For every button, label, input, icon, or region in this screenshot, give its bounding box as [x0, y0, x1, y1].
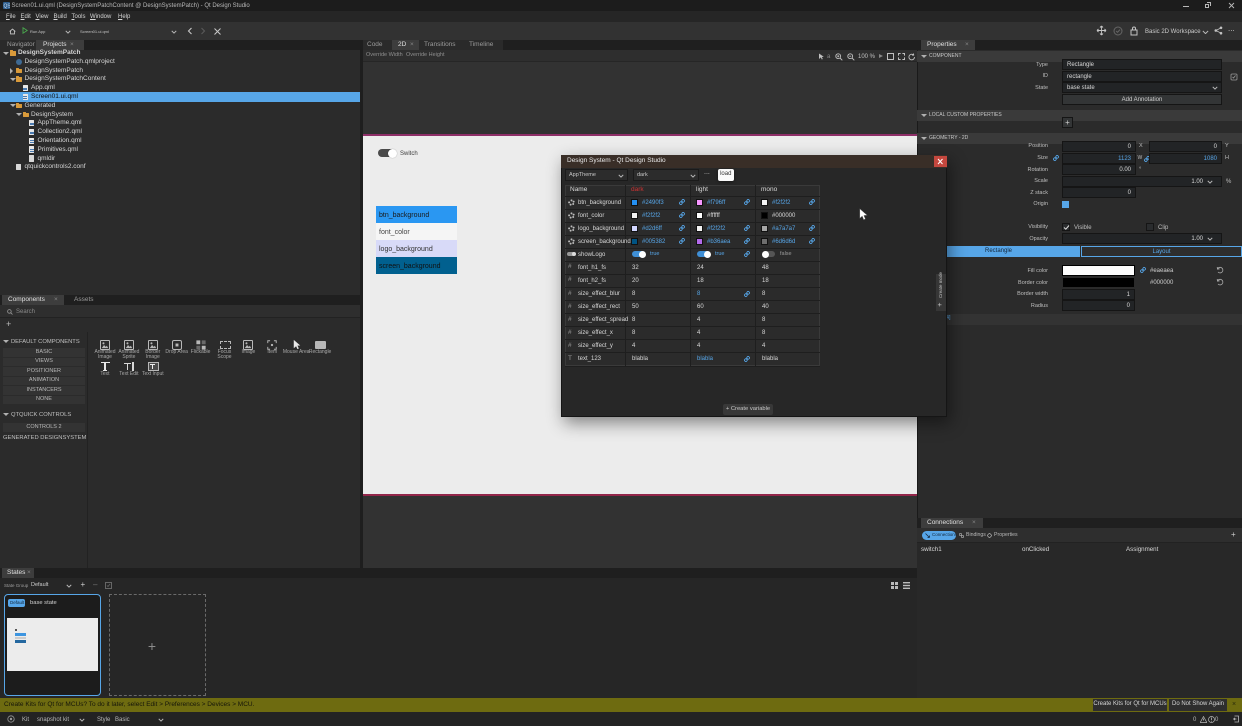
- svg-text:QS: QS: [4, 4, 11, 10]
